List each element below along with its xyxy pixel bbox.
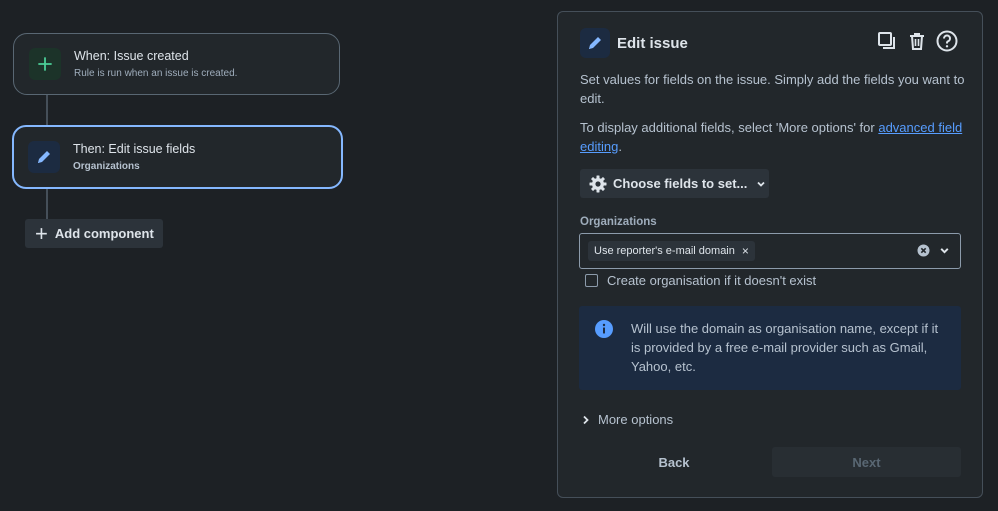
choose-fields-label: Choose fields to set... bbox=[613, 176, 748, 191]
trash-icon[interactable] bbox=[906, 30, 928, 52]
flow-connector-bottom bbox=[46, 188, 48, 219]
trigger-card[interactable]: When: Issue created Rule is run when an … bbox=[13, 33, 340, 95]
info-text: Will use the domain as organisation name… bbox=[631, 321, 939, 374]
selected-tag: Use reporter's e-mail domain × bbox=[588, 241, 755, 261]
pencil-icon bbox=[580, 28, 610, 58]
panel-title: Edit issue bbox=[617, 34, 688, 52]
action-title: Then: Edit issue fields bbox=[73, 142, 196, 156]
flow-connector-top bbox=[46, 95, 48, 126]
plus-icon: + bbox=[35, 220, 48, 246]
plus-icon bbox=[29, 48, 61, 80]
help-icon[interactable] bbox=[936, 30, 958, 52]
more-options-label: More options bbox=[598, 412, 674, 427]
action-card[interactable]: Then: Edit issue fields Organizations bbox=[12, 125, 343, 189]
clear-icon[interactable] bbox=[917, 244, 930, 257]
create-org-row: Create organisation if it doesn't exist bbox=[585, 273, 816, 288]
add-component-button[interactable]: + Add component bbox=[25, 219, 163, 248]
more-options-toggle[interactable]: More options bbox=[582, 412, 673, 427]
add-component-label: Add component bbox=[54, 226, 154, 241]
edit-issue-panel: Edit issue Set values for fields on the … bbox=[557, 11, 983, 498]
chevron-down-icon bbox=[756, 179, 766, 189]
create-org-label: Create organisation if it doesn't exist bbox=[607, 273, 817, 288]
organizations-label: Organizations bbox=[580, 216, 657, 228]
info-icon bbox=[595, 320, 613, 338]
trigger-title: When: Issue created bbox=[74, 49, 189, 63]
remove-tag-icon[interactable]: × bbox=[742, 244, 749, 258]
pencil-icon bbox=[28, 141, 60, 173]
info-message: Will use the domain as organisation name… bbox=[579, 306, 961, 390]
gear-icon bbox=[589, 175, 607, 193]
next-button[interactable]: Next bbox=[772, 447, 961, 477]
choose-fields-button[interactable]: Choose fields to set... bbox=[580, 169, 769, 198]
panel-header: Edit issue bbox=[580, 28, 688, 58]
chevron-down-icon[interactable] bbox=[939, 245, 950, 256]
advanced-hint-suffix: . bbox=[618, 139, 622, 154]
copy-icon[interactable] bbox=[876, 30, 898, 52]
panel-actions bbox=[876, 30, 958, 52]
chevron-right-icon bbox=[582, 415, 590, 425]
panel-description: Set values for fields on the issue. Simp… bbox=[580, 72, 965, 106]
selected-tag-label: Use reporter's e-mail domain bbox=[594, 245, 735, 257]
advanced-hint-prefix: To display additional fields, select 'Mo… bbox=[580, 120, 879, 135]
create-org-checkbox[interactable] bbox=[585, 274, 598, 287]
trigger-subtitle: Rule is run when an issue is created. bbox=[74, 68, 238, 79]
advanced-editing-hint: To display additional fields, select 'Mo… bbox=[580, 118, 966, 156]
organizations-select[interactable]: Use reporter's e-mail domain × bbox=[579, 233, 961, 269]
action-subtitle: Organizations bbox=[73, 161, 140, 172]
back-button[interactable]: Back bbox=[580, 447, 768, 477]
